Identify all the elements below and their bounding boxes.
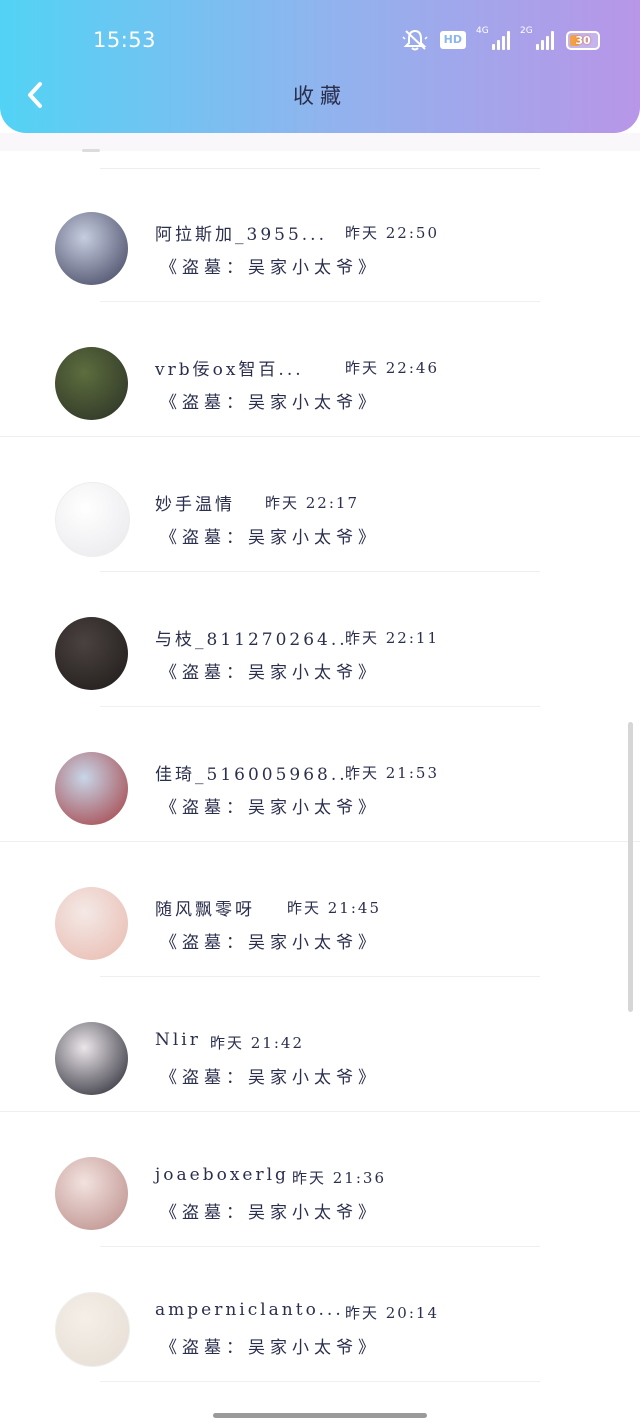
status-time: 15:53	[93, 28, 157, 52]
scrollbar[interactable]	[628, 722, 633, 1012]
item-book-title: 《盗墓：吴家小太爷》	[160, 258, 380, 278]
avatar[interactable]	[55, 212, 128, 285]
item-username: joaeboxerlg	[155, 1165, 289, 1185]
favorites-list: 阿拉斯加_3955... 昨天 22:50 《盗墓：吴家小太爷》 vrb佞ox智百..…	[0, 167, 640, 1382]
item-username: 随风飘零呀	[155, 900, 255, 920]
item-time: 昨天 20:14	[345, 1304, 439, 1322]
item-time: 昨天 21:42	[210, 1034, 304, 1052]
mute-bell-icon	[402, 29, 428, 51]
item-time: 昨天 21:36	[292, 1169, 386, 1187]
avatar[interactable]	[55, 1157, 128, 1230]
avatar[interactable]	[55, 482, 130, 557]
avatar[interactable]	[55, 1292, 130, 1367]
hd-voice-icon: HD	[439, 31, 466, 49]
avatar[interactable]	[55, 1022, 128, 1095]
item-username: 妙手温情	[155, 495, 235, 515]
item-time: 昨天 22:11	[345, 629, 439, 647]
home-indicator[interactable]	[213, 1413, 427, 1418]
item-time: 昨天 21:45	[287, 899, 381, 917]
status-icons: HD 4G 2G 30	[402, 26, 600, 52]
list-item[interactable]: 阿拉斯加_3955... 昨天 22:50 《盗墓：吴家小太爷》	[0, 167, 640, 302]
item-username: amperniclanto...	[155, 1300, 344, 1320]
list-item[interactable]: Nlir 昨天 21:42 《盗墓：吴家小太爷》	[0, 977, 640, 1112]
list-item[interactable]: amperniclanto... 昨天 20:14 《盗墓：吴家小太爷》	[0, 1247, 640, 1382]
item-username: Nlir	[155, 1030, 201, 1050]
avatar[interactable]	[55, 887, 128, 960]
signal-4g-icon: 4G	[476, 26, 510, 50]
list-item[interactable]: 妙手温情 昨天 22:17 《盗墓：吴家小太爷》	[0, 437, 640, 572]
battery-icon: 30	[566, 30, 600, 50]
page-title: 收藏	[293, 84, 347, 108]
list-item[interactable]: 与枝_811270264... 昨天 22:11 《盗墓：吴家小太爷》	[0, 572, 640, 707]
item-book-title: 《盗墓：吴家小太爷》	[160, 1068, 380, 1088]
item-username: 与枝_811270264...	[155, 630, 357, 650]
partial-row-remnant	[82, 149, 100, 152]
item-book-title: 《盗墓：吴家小太爷》	[160, 933, 380, 953]
item-time: 昨天 21:53	[345, 764, 439, 782]
item-time: 昨天 22:46	[345, 359, 439, 377]
item-book-title: 《盗墓：吴家小太爷》	[160, 1203, 380, 1223]
avatar[interactable]	[55, 752, 128, 825]
item-username: vrb佞ox智百...	[155, 360, 304, 380]
item-book-title: 《盗墓：吴家小太爷》	[160, 663, 380, 683]
item-book-title: 《盗墓：吴家小太爷》	[160, 798, 380, 818]
list-item[interactable]: joaeboxerlg 昨天 21:36 《盗墓：吴家小太爷》	[0, 1112, 640, 1247]
item-book-title: 《盗墓：吴家小太爷》	[160, 528, 380, 548]
item-time: 昨天 22:17	[265, 494, 359, 512]
avatar[interactable]	[55, 347, 128, 420]
list-item[interactable]: 随风飘零呀 昨天 21:45 《盗墓：吴家小太爷》	[0, 842, 640, 977]
item-book-title: 《盗墓：吴家小太爷》	[160, 1338, 380, 1358]
signal-2g-icon: 2G	[520, 26, 554, 50]
avatar[interactable]	[55, 617, 128, 690]
item-time: 昨天 22:50	[345, 224, 439, 242]
divider	[100, 1381, 540, 1382]
list-item[interactable]: 佳琦_516005968... 昨天 21:53 《盗墓：吴家小太爷》	[0, 707, 640, 842]
item-book-title: 《盗墓：吴家小太爷》	[160, 393, 380, 413]
header-bar: 15:53 HD 4G 2G 30 收藏	[0, 0, 640, 133]
item-username: 佳琦_516005968...	[155, 765, 357, 785]
item-username: 阿拉斯加_3955...	[155, 225, 327, 245]
list-item[interactable]: vrb佞ox智百... 昨天 22:46 《盗墓：吴家小太爷》	[0, 302, 640, 437]
